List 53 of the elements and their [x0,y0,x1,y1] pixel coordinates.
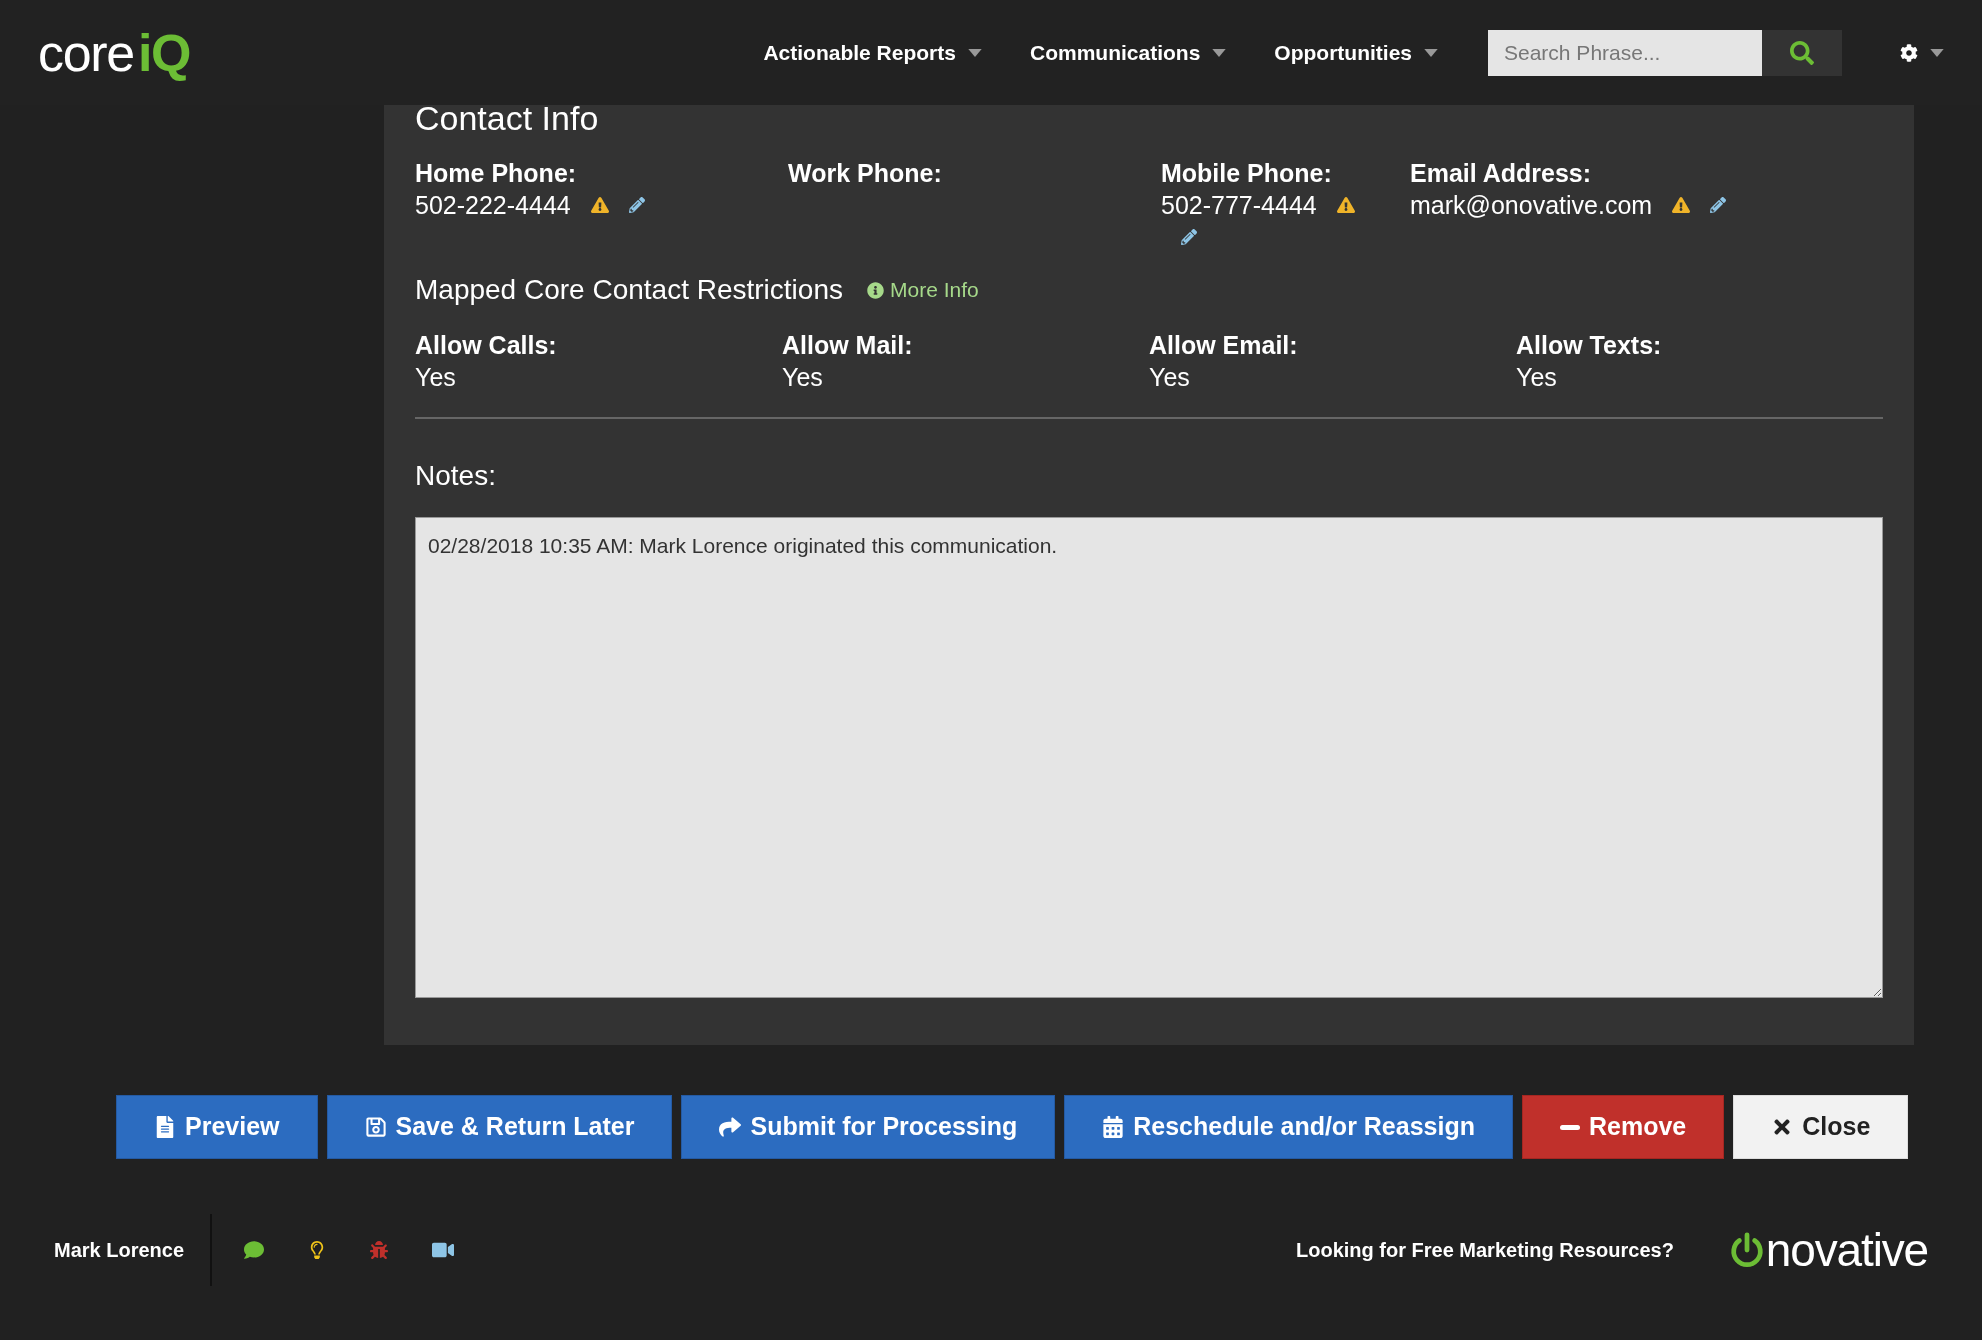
settings-button[interactable] [1900,43,1944,62]
restriction-value: Yes [415,362,457,393]
button-icon [719,1116,742,1138]
settings-icon [1900,43,1918,62]
field-label: Email Address: [1410,158,1593,189]
edit-icon[interactable] [1181,229,1197,245]
action-button[interactable]: Submit for Processing [681,1095,1056,1159]
caret-icon [1424,48,1438,57]
restrictions-title: Mapped Core Contact Restrictions [415,273,843,307]
bug-icon[interactable] [370,1241,389,1259]
user-name: Mark Lorence [54,1238,186,1263]
action-button[interactable]: Reschedule and/or Reassign [1064,1095,1513,1159]
caret-icon [1930,48,1944,57]
field-label: Home Phone: [415,158,578,189]
search-field[interactable]: Search Phrase... [1488,29,1762,76]
action-button[interactable]: Save & Return Later [326,1095,673,1159]
nav-menu[interactable]: Communications [1029,36,1227,69]
button-icon [1102,1116,1125,1138]
restriction-value: Yes [782,362,824,393]
section-title: Contact Info [415,101,600,135]
logo[interactable]: coreiQ [38,26,191,79]
restriction-value: Yes [1149,362,1191,393]
search-icon [1790,40,1814,65]
notes-field[interactable]: 02/28/2018 10:35 AM: Mark Lorence originated this communication. [415,517,1883,998]
field-label: Mobile Phone: [1161,158,1333,189]
edit-icon[interactable] [628,197,645,213]
button-icon [364,1116,387,1138]
restriction-label: Allow Calls: [415,330,558,361]
field-value: mark@onovative.com [1410,190,1653,221]
action-button[interactable]: Remove [1522,1095,1725,1159]
field-value: 502-777-4444 [1161,190,1317,221]
info-icon [867,281,884,299]
restriction-label: Allow Texts: [1516,330,1663,361]
nav-menu[interactable]: Opportunities [1274,36,1438,69]
button-icon [1560,1124,1580,1130]
nav-menu[interactable]: Actionable Reports [763,36,982,69]
more-info-link[interactable]: More Info [867,274,979,306]
action-button[interactable]: Close [1733,1095,1909,1159]
restriction-label: Allow Mail: [782,330,914,361]
promo-link[interactable]: Looking for Free Marketing Resources? [1296,1235,1674,1265]
caret-icon [1212,48,1227,57]
search-button[interactable] [1762,29,1842,76]
field-label: Work Phone: [788,158,943,189]
restriction-value: Yes [1516,362,1558,393]
brand-logo: novative [1727,1227,1928,1273]
caret-icon [967,48,982,57]
action-button[interactable]: Preview [116,1095,318,1159]
field-value: 502-222-4444 [415,190,571,221]
edit-icon[interactable] [1710,197,1727,213]
button-icon [154,1116,176,1138]
notes-label: Notes: [415,459,497,493]
chat-icon[interactable] [244,1240,265,1260]
restriction-label: Allow Email: [1149,330,1299,361]
